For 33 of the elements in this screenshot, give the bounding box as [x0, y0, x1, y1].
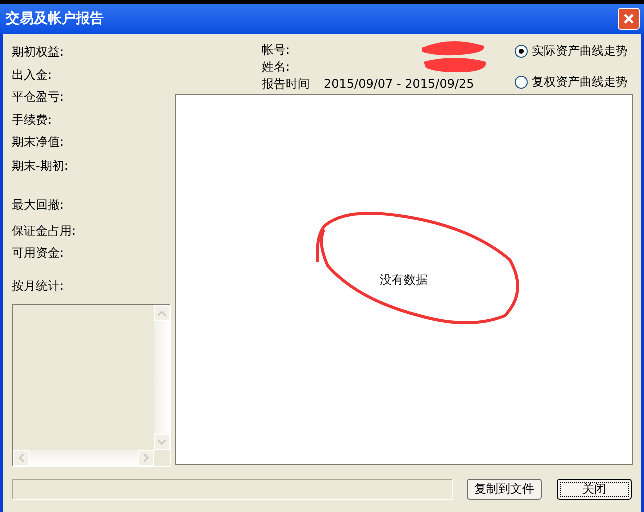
vertical-scrollbar[interactable]	[154, 305, 170, 450]
period-label: 报告时间	[262, 76, 310, 93]
summary-label: 按月统计:	[12, 278, 64, 294]
monthly-stats-list[interactable]	[12, 304, 171, 467]
summary-label: 平仓盈亏:	[12, 89, 64, 105]
dialog-button[interactable]: 关闭	[557, 478, 632, 500]
radio-button[interactable]	[515, 44, 528, 58]
scroll-up-button[interactable]	[154, 305, 170, 321]
scroll-left-button[interactable]	[13, 450, 29, 466]
summary-label: 期末净值:	[12, 134, 64, 150]
horizontal-scrollbar[interactable]	[13, 450, 154, 466]
close-button[interactable]	[618, 8, 640, 30]
curve-radio-option[interactable]: 复权资产曲线走势	[515, 73, 633, 91]
scroll-down-button[interactable]	[154, 434, 170, 450]
account-label: 帐号:	[262, 42, 290, 59]
summary-label: 手续费:	[12, 112, 52, 128]
name-label: 姓名:	[262, 59, 290, 76]
summary-label: 最大回撤:	[12, 197, 64, 213]
period-value: 2015/09/07 - 2015/09/25	[324, 76, 474, 93]
summary-label: 期末-期初:	[12, 158, 68, 174]
curve-radio-option[interactable]: 实际资产曲线走势	[515, 42, 633, 60]
radio-button[interactable]	[515, 76, 528, 88]
close-icon	[623, 13, 635, 25]
no-data-message: 没有数据	[380, 272, 428, 288]
summary-label: 出入金:	[12, 67, 52, 83]
window-title: 交易及帐户报告	[6, 10, 104, 28]
redaction-mark	[424, 58, 486, 72]
dialog-button[interactable]: 复制到文件	[467, 478, 542, 500]
summary-label: 保证金占用:	[12, 223, 76, 239]
summary-label: 期初权益:	[12, 44, 64, 60]
redaction-mark	[422, 41, 484, 56]
scroll-right-button[interactable]	[138, 450, 154, 466]
summary-label: 可用资金:	[12, 245, 64, 261]
